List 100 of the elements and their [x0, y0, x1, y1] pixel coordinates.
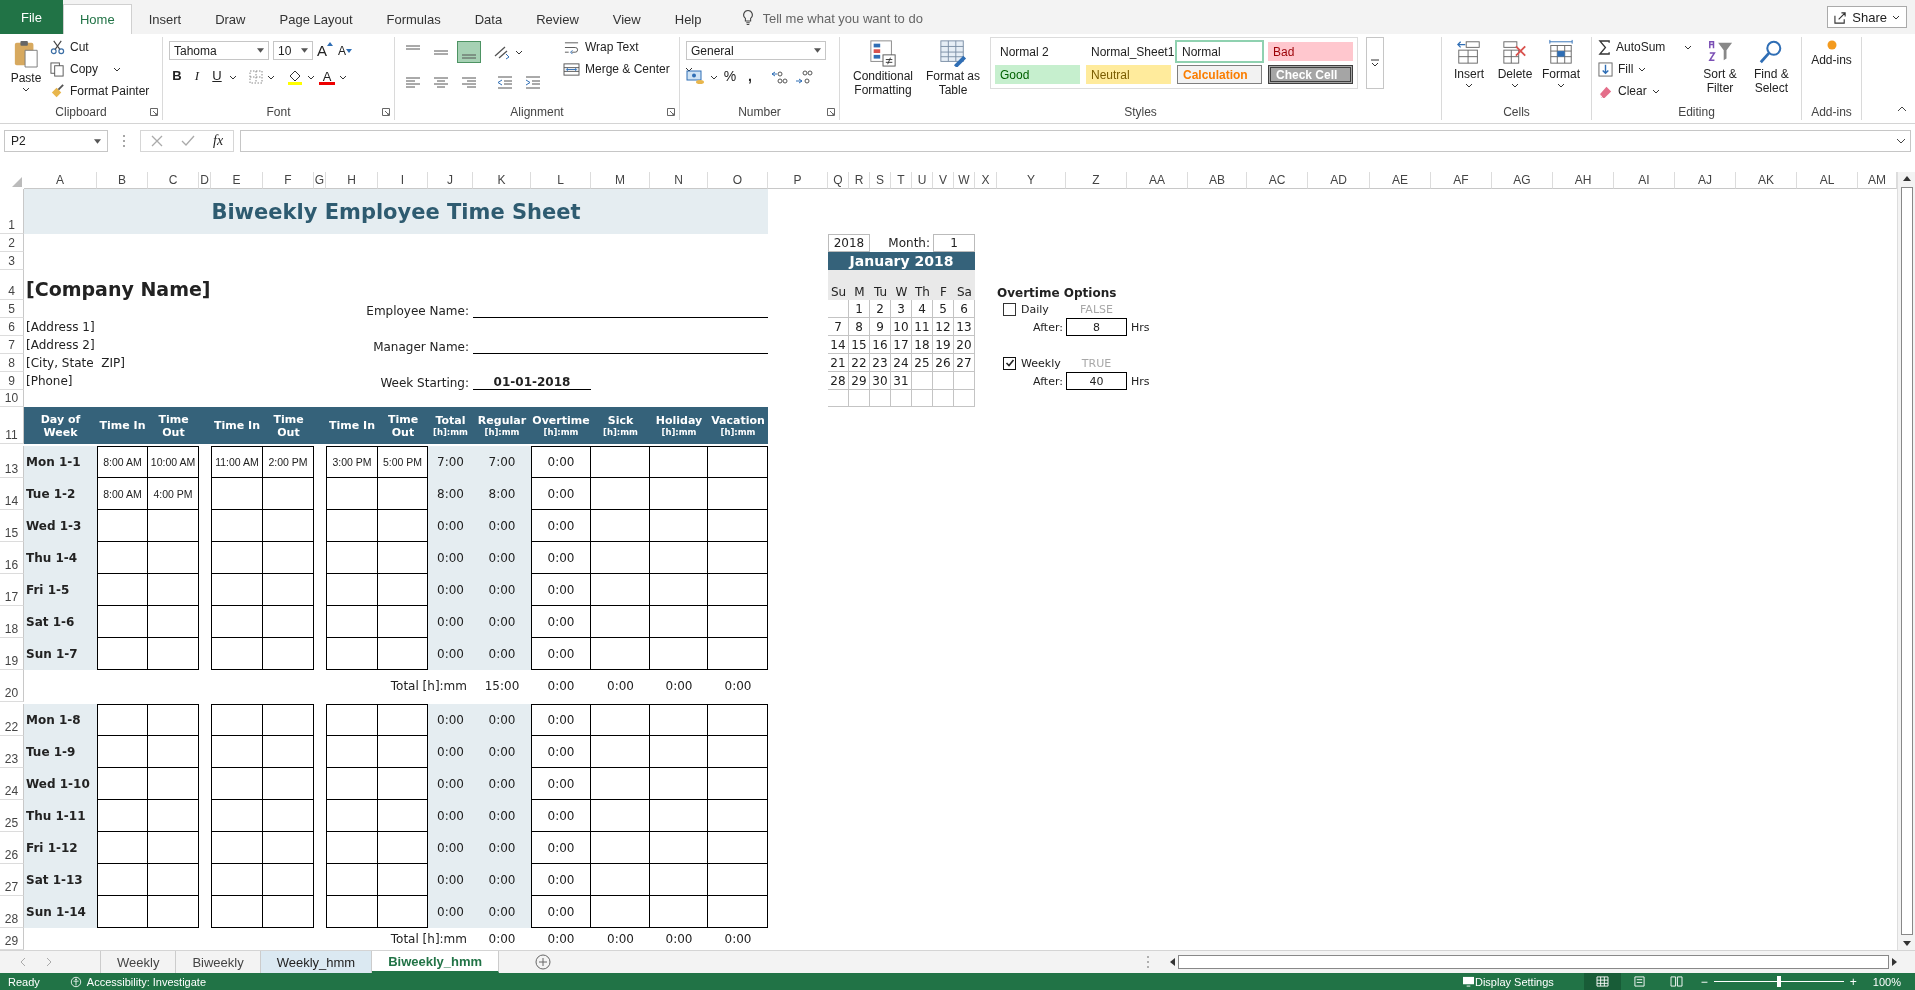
hours-cell[interactable] — [650, 606, 708, 638]
time-cell[interactable] — [263, 606, 314, 638]
time-cell[interactable] — [326, 510, 378, 542]
hours-cell[interactable] — [591, 736, 650, 768]
display-settings-button[interactable]: Display Settings — [1474, 975, 1554, 988]
hours-input[interactable]: 40 — [1066, 372, 1127, 390]
time-cell[interactable] — [263, 736, 314, 768]
time-cell[interactable] — [97, 542, 148, 574]
column-header[interactable]: P — [768, 172, 828, 189]
menu-tab[interactable]: Draw — [198, 4, 263, 34]
menu-tab[interactable]: Review — [519, 4, 596, 34]
time-cell[interactable] — [97, 510, 148, 542]
hours-cell[interactable] — [650, 736, 708, 768]
share-button[interactable]: Share — [1827, 6, 1907, 28]
time-cell[interactable] — [148, 896, 199, 928]
checkbox[interactable] — [1003, 302, 1016, 316]
menu-tab[interactable]: Page Layout — [262, 4, 370, 34]
check-icon[interactable] — [181, 135, 195, 147]
hours-cell[interactable] — [708, 896, 768, 928]
time-cell[interactable] — [148, 606, 199, 638]
zoom-level[interactable]: 100% — [1872, 975, 1901, 988]
zoom-slider-thumb[interactable] — [1776, 976, 1781, 987]
hours-cell[interactable] — [591, 896, 650, 928]
time-cell[interactable] — [211, 510, 263, 542]
time-cell[interactable] — [148, 736, 199, 768]
sheet-tab[interactable]: Weekly_hmm — [260, 951, 373, 973]
orientation-icon[interactable] — [493, 44, 511, 60]
hours-cell[interactable] — [591, 446, 650, 478]
column-header[interactable]: AG — [1492, 172, 1553, 189]
collapse-ribbon-icon[interactable] — [1897, 106, 1907, 112]
column-header[interactable]: S — [870, 172, 891, 189]
column-header[interactable]: AL — [1797, 172, 1858, 189]
hours-cell[interactable] — [650, 800, 708, 832]
zoom-in-button[interactable]: + — [1849, 974, 1857, 989]
time-cell[interactable] — [97, 896, 148, 928]
shrink-font-button[interactable]: A — [337, 41, 353, 60]
scroll-thumb[interactable] — [1178, 955, 1889, 969]
cell-style-option[interactable]: Normal 2 — [995, 42, 1080, 61]
time-cell[interactable]: 11:00 AM — [211, 446, 263, 478]
autosum-button[interactable]: AutoSum — [1598, 38, 1693, 56]
column-header[interactable]: AD — [1308, 172, 1370, 189]
menu-tab[interactable]: Insert — [131, 4, 199, 34]
time-cell[interactable] — [211, 574, 263, 606]
time-cell[interactable] — [148, 638, 199, 670]
name-box[interactable]: P2 — [4, 130, 108, 152]
week-start-date[interactable]: 01-01-2018 — [473, 372, 591, 390]
hours-cell[interactable] — [650, 704, 708, 736]
time-cell[interactable] — [97, 736, 148, 768]
hours-cell[interactable] — [708, 768, 768, 800]
add-ins-button[interactable]: Add-ins — [1808, 37, 1855, 67]
row-header[interactable]: 10 — [0, 390, 24, 407]
font-name-dropdown[interactable]: Tahoma — [169, 41, 269, 60]
formula-input[interactable] — [240, 130, 1911, 152]
time-cell[interactable] — [148, 542, 199, 574]
menu-tab[interactable]: Help — [657, 4, 719, 34]
tell-me-field[interactable]: Tell me what you want to do — [760, 4, 985, 32]
time-cell[interactable] — [326, 704, 378, 736]
time-cell[interactable]: 4:00 PM — [148, 478, 199, 510]
dialog-launcher-icon[interactable] — [827, 108, 835, 116]
time-cell[interactable] — [211, 704, 263, 736]
time-cell[interactable]: 3:00 PM — [326, 446, 378, 478]
time-cell[interactable] — [263, 574, 314, 606]
row-header[interactable]: 8 — [0, 354, 24, 372]
format-painter-button[interactable]: Format Painter — [50, 82, 150, 100]
time-cell[interactable] — [97, 832, 148, 864]
fill-button[interactable]: Fill — [1598, 60, 1693, 78]
column-header[interactable]: Q — [828, 172, 849, 189]
time-cell[interactable] — [263, 800, 314, 832]
hours-cell[interactable] — [650, 542, 708, 574]
delete-button[interactable]: Delete — [1494, 37, 1536, 88]
grow-font-button[interactable]: A — [317, 41, 333, 60]
time-cell[interactable] — [211, 478, 263, 510]
row-header[interactable]: 6 — [0, 318, 24, 336]
time-cell[interactable] — [326, 896, 378, 928]
font-color-button[interactable]: A — [319, 69, 335, 85]
scroll-up-icon[interactable] — [1902, 176, 1911, 181]
hours-cell[interactable] — [708, 638, 768, 670]
time-cell[interactable] — [263, 478, 314, 510]
time-cell[interactable] — [326, 768, 378, 800]
time-cell[interactable] — [263, 542, 314, 574]
time-cell[interactable] — [263, 510, 314, 542]
hours-cell[interactable] — [591, 478, 650, 510]
time-cell[interactable] — [211, 832, 263, 864]
column-header[interactable]: AA — [1127, 172, 1188, 189]
decrease-decimal-icon[interactable] — [794, 69, 814, 85]
column-header[interactable]: W — [954, 172, 975, 189]
time-cell[interactable] — [148, 800, 199, 832]
time-cell[interactable] — [148, 768, 199, 800]
scroll-left-icon[interactable] — [1170, 958, 1175, 966]
hours-cell[interactable] — [591, 832, 650, 864]
format-button[interactable]: Format — [1540, 37, 1582, 88]
time-cell[interactable] — [263, 638, 314, 670]
time-cell[interactable] — [263, 896, 314, 928]
format-as-table-button[interactable]: Format as Table — [924, 37, 982, 97]
row-header[interactable]: 7 — [0, 336, 24, 354]
hours-cell[interactable] — [650, 446, 708, 478]
time-cell[interactable] — [97, 864, 148, 896]
column-header[interactable]: V — [933, 172, 954, 189]
copy-button[interactable]: Copy — [50, 60, 150, 78]
vertical-scrollbar[interactable] — [1897, 172, 1915, 950]
